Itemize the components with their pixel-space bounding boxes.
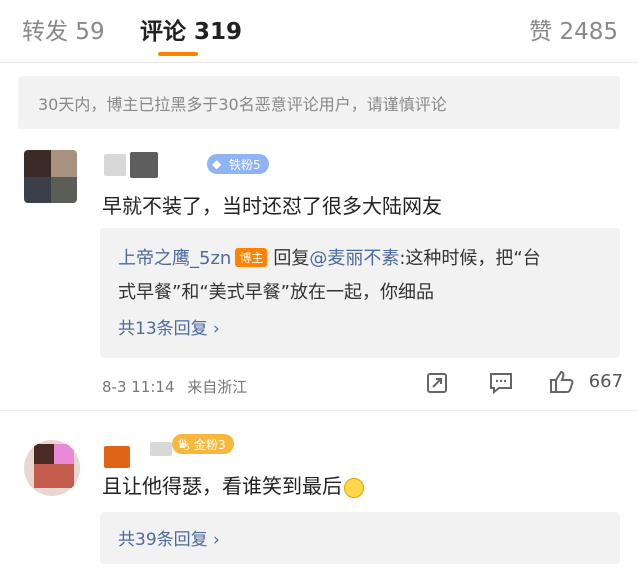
comment-button[interactable] — [489, 372, 513, 399]
fan-badge: ◆ 铁粉5 — [207, 154, 269, 174]
avatar[interactable] — [24, 440, 80, 496]
divider — [0, 410, 638, 411]
reply-box[interactable]: 共39条回复 › — [100, 512, 620, 564]
comment-notice: 30天内，博主已拉黑多于30名恶意评论用户，请谨慎评论 — [18, 76, 620, 129]
active-tab-indicator — [158, 52, 198, 56]
username-redacted[interactable] — [130, 152, 158, 178]
fan-badge: ♛ 5 金粉3 — [172, 434, 234, 454]
reply-mention[interactable]: @麦丽不素 — [309, 248, 399, 269]
reply-body: :这种时候，把“台 — [399, 248, 541, 269]
like-icon — [550, 370, 574, 393]
comment-icon — [490, 373, 512, 395]
comment-location: 来自浙江 — [187, 378, 248, 396]
avatar[interactable] — [24, 150, 77, 203]
comment-item: ♛ 5 金粉3 且让他得瑟，看谁笑到最后 共39条回复 › — [0, 434, 638, 584]
tab-reposts[interactable]: 转发 59 — [22, 12, 105, 46]
fan-badge-label: 铁粉5 — [229, 158, 261, 172]
reply-line-2: 式早餐”和“美式早餐”放在一起，你细品 — [118, 282, 434, 303]
comment-item: ◆ 铁粉5 早就不装了，当时还怼了很多大陆网友 上帝之鹰_5zn 博主 回复@麦丽不… — [0, 150, 638, 410]
like-count: 667 — [588, 371, 624, 392]
reply-word: 回复 — [273, 248, 310, 269]
diamond-icon: ◆ — [212, 157, 222, 171]
comment-meta: 8-3 11:14 来自浙江 — [102, 376, 247, 397]
more-replies-link[interactable]: 共39条回复 › — [118, 525, 220, 550]
tab-bar: 转发 59 评论 319 赞 2485 — [0, 0, 638, 62]
share-button[interactable] — [426, 372, 448, 399]
comment-text: 且让他得瑟，看谁笑到最后 — [102, 470, 364, 499]
emoji-icon — [344, 477, 364, 498]
comment-text: 早就不装了，当时还怼了很多大陆网友 — [102, 194, 442, 218]
share-icon — [427, 373, 447, 393]
like-button[interactable]: 667 — [549, 370, 623, 394]
divider — [0, 62, 638, 63]
comment-text-body: 且让他得瑟，看谁笑到最后 — [102, 474, 342, 498]
badge-level: 5 — [184, 443, 190, 453]
tab-likes[interactable]: 赞 2485 — [529, 12, 618, 46]
tab-comments[interactable]: 评论 319 — [140, 12, 242, 46]
reply-box[interactable]: 上帝之鹰_5zn 博主 回复@麦丽不素:这种时候，把“台 式早餐”和“美式早餐”放在… — [100, 228, 620, 358]
username-redacted[interactable] — [104, 154, 126, 176]
host-tag: 博主 — [235, 248, 268, 267]
fan-badge-label: 金粉3 — [194, 438, 226, 452]
username-redacted[interactable] — [104, 446, 130, 468]
reply-line: 上帝之鹰_5zn 博主 回复@麦丽不素:这种时候，把“台 — [118, 244, 541, 270]
reply-author[interactable]: 上帝之鹰_5zn — [118, 248, 231, 269]
more-replies-link[interactable]: 共13条回复 › — [118, 314, 220, 339]
username-redacted[interactable] — [150, 442, 172, 456]
comment-time: 8-3 11:14 — [102, 378, 175, 396]
